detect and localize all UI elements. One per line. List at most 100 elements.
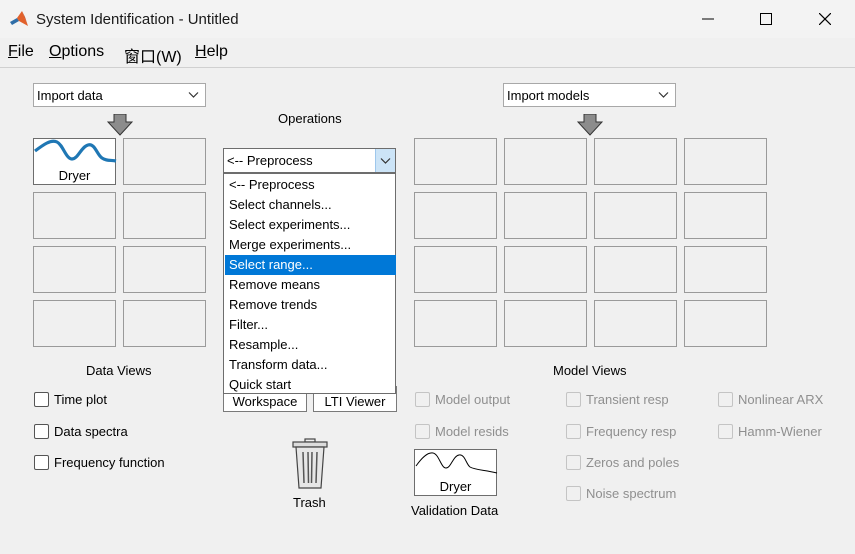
operations-dropdown-list: <-- Preprocess Select channels... Select… <box>223 173 396 394</box>
data-slot-empty[interactable] <box>33 192 116 239</box>
close-icon <box>819 13 831 25</box>
operations-option[interactable]: <-- Preprocess <box>225 175 396 195</box>
import-models-value: Import models <box>507 88 590 103</box>
chevron-down-icon <box>380 158 391 164</box>
nonlinear-arx-checkbox[interactable]: Nonlinear ARX <box>718 390 823 408</box>
model-slot-empty[interactable] <box>414 246 497 293</box>
operations-option[interactable]: Transform data... <box>225 355 396 375</box>
operations-value: <-- Preprocess <box>227 153 313 168</box>
checkbox-box <box>718 391 733 407</box>
import-data-select[interactable]: Import data <box>33 83 206 107</box>
model-slot-empty[interactable] <box>414 192 497 239</box>
model-slot-empty[interactable] <box>504 300 587 347</box>
model-slot-empty[interactable] <box>684 138 767 185</box>
close-button[interactable] <box>796 0 854 38</box>
checkbox-label: Model resids <box>435 423 509 439</box>
checkbox-box <box>415 391 430 407</box>
model-slot-empty[interactable] <box>684 246 767 293</box>
model-slot-empty[interactable] <box>594 300 677 347</box>
operations-option[interactable]: Select channels... <box>225 195 396 215</box>
data-slot-empty[interactable] <box>123 138 206 185</box>
model-slot-empty[interactable] <box>684 192 767 239</box>
model-slot-empty[interactable] <box>594 138 677 185</box>
frequency-resp-checkbox[interactable]: Frequency resp <box>566 422 676 440</box>
validation-curve-icon <box>415 452 498 474</box>
checkbox-box <box>718 423 733 439</box>
model-slot-empty[interactable] <box>504 246 587 293</box>
time-plot-checkbox[interactable]: Time plot <box>34 390 107 408</box>
model-slot-empty[interactable] <box>594 192 677 239</box>
operations-option[interactable]: Select experiments... <box>225 215 396 235</box>
model-slot-empty[interactable] <box>504 138 587 185</box>
model-slot-empty[interactable] <box>504 192 587 239</box>
transient-resp-checkbox[interactable]: Transient resp <box>566 390 669 408</box>
validation-data-title: Validation Data <box>411 503 499 518</box>
data-slot-empty[interactable] <box>33 246 116 293</box>
maximize-icon <box>760 13 772 25</box>
data-slot-empty[interactable] <box>123 192 206 239</box>
title-bar: System Identification - Untitled <box>0 0 855 38</box>
data-views-title: Data Views <box>86 363 152 378</box>
checkbox-label: Nonlinear ARX <box>738 391 824 407</box>
zeros-and-poles-checkbox[interactable]: Zeros and poles <box>566 453 679 471</box>
import-models-select[interactable]: Import models <box>503 83 676 107</box>
model-slot-empty[interactable] <box>414 300 497 347</box>
data-spectra-checkbox[interactable]: Data spectra <box>34 422 128 440</box>
operations-select[interactable]: <-- Preprocess <box>223 148 396 173</box>
trash-icon[interactable] <box>291 438 329 490</box>
model-views-title: Model Views <box>553 363 627 378</box>
minimize-button[interactable] <box>679 0 737 38</box>
checkbox-label: Frequency function <box>54 454 165 470</box>
frequency-function-checkbox[interactable]: Frequency function <box>34 453 165 471</box>
checkbox-label: Frequency resp <box>586 423 677 439</box>
data-slot-empty[interactable] <box>123 300 206 347</box>
noise-spectrum-checkbox[interactable]: Noise spectrum <box>566 484 676 502</box>
operations-option[interactable]: Remove means <box>225 275 396 295</box>
menu-help[interactable]: Help <box>195 43 228 61</box>
import-data-arrow-icon <box>107 114 133 136</box>
checkbox-box <box>415 423 430 439</box>
checkbox-label: Hamm-Wiener <box>738 423 822 439</box>
menu-options[interactable]: Options <box>49 43 104 61</box>
chevron-down-icon <box>188 92 199 98</box>
validation-slot-label: Dryer <box>439 479 472 494</box>
operations-label: Operations <box>278 111 342 126</box>
data-slot-empty[interactable] <box>123 246 206 293</box>
checkbox-box <box>566 485 581 501</box>
model-slot-empty[interactable] <box>594 246 677 293</box>
matlab-icon <box>10 11 28 26</box>
data-slot-label: Dryer <box>58 168 91 183</box>
data-slot-dryer[interactable]: Dryer <box>33 138 117 185</box>
checkbox-box <box>566 391 581 407</box>
minimize-icon <box>702 18 714 20</box>
menu-separator <box>0 67 855 68</box>
operations-dropdown-button[interactable] <box>375 149 395 172</box>
menu-file[interactable]: File <box>8 43 34 61</box>
checkbox-label: Data spectra <box>54 423 128 439</box>
operations-option[interactable]: Remove trends <box>225 295 396 315</box>
operations-option[interactable]: Resample... <box>225 335 396 355</box>
trash-label: Trash <box>293 495 326 510</box>
checkbox-label: Noise spectrum <box>586 485 677 501</box>
checkbox-label: Model output <box>435 391 511 407</box>
menu-window[interactable]: 窗口(W) <box>124 43 182 67</box>
model-slot-empty[interactable] <box>684 300 767 347</box>
operations-option-highlighted[interactable]: Select range... <box>225 255 396 275</box>
data-slot-empty[interactable] <box>33 300 116 347</box>
hamm-wiener-checkbox[interactable]: Hamm-Wiener <box>718 422 822 440</box>
checkbox-box <box>34 423 49 439</box>
window-title: System Identification - Untitled <box>36 11 239 28</box>
validation-data-slot[interactable]: Dryer <box>414 449 498 496</box>
chevron-down-icon <box>658 92 669 98</box>
checkbox-label: Time plot <box>54 391 107 407</box>
model-output-checkbox[interactable]: Model output <box>415 390 510 408</box>
operations-option[interactable]: Quick start <box>225 375 396 395</box>
operations-option[interactable]: Merge experiments... <box>225 235 396 255</box>
model-slot-empty[interactable] <box>414 138 497 185</box>
data-curve-icon <box>34 139 117 163</box>
menu-bar: File Options 窗口(W) Help <box>0 38 855 66</box>
model-resids-checkbox[interactable]: Model resids <box>415 422 509 440</box>
checkbox-label: Zeros and poles <box>586 454 680 470</box>
operations-option[interactable]: Filter... <box>225 315 396 335</box>
maximize-button[interactable] <box>737 0 795 38</box>
